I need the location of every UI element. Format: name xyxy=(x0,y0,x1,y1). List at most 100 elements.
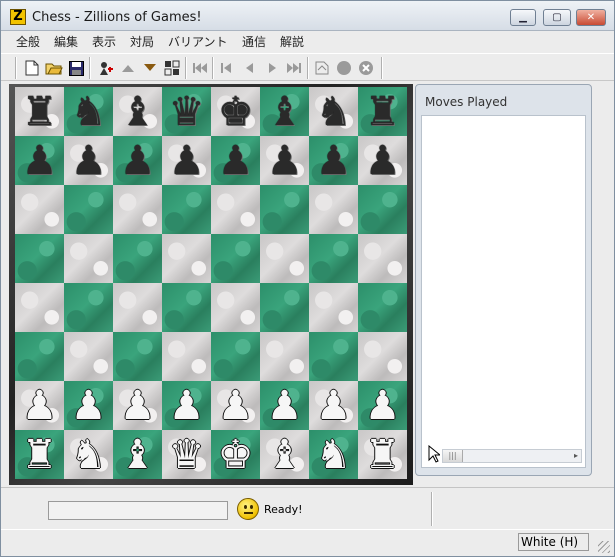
board-square[interactable] xyxy=(15,185,64,234)
arrow-down-icon[interactable] xyxy=(141,59,159,77)
black-king-piece[interactable]: ♚ xyxy=(218,92,254,132)
board-square[interactable]: ♟ xyxy=(309,381,358,430)
board-square[interactable]: ♝ xyxy=(260,430,309,479)
app-logo-icon[interactable]: Z xyxy=(10,9,26,25)
black-rook-piece[interactable]: ♜ xyxy=(365,92,401,132)
black-pawn-piece[interactable]: ♟ xyxy=(22,141,58,181)
black-pawn-piece[interactable]: ♟ xyxy=(218,141,254,181)
board-square[interactable]: ♝ xyxy=(113,430,162,479)
board-square[interactable]: ♟ xyxy=(162,381,211,430)
board-square[interactable]: ♟ xyxy=(113,381,162,430)
rewind-start-icon[interactable] xyxy=(191,59,209,77)
white-pawn-piece[interactable]: ♟ xyxy=(365,386,401,426)
board-square[interactable] xyxy=(309,185,358,234)
save-icon[interactable] xyxy=(67,59,85,77)
white-pawn-piece[interactable]: ♟ xyxy=(169,386,205,426)
board-square[interactable]: ♟ xyxy=(358,381,407,430)
board-square[interactable]: ♞ xyxy=(64,430,113,479)
board-square[interactable]: ♟ xyxy=(64,136,113,185)
board-square[interactable] xyxy=(64,234,113,283)
board-square[interactable] xyxy=(358,234,407,283)
board-square[interactable]: ♟ xyxy=(260,381,309,430)
back-icon[interactable] xyxy=(241,59,259,77)
board-square[interactable] xyxy=(113,332,162,381)
board-square[interactable] xyxy=(64,185,113,234)
board-square[interactable]: ♟ xyxy=(260,136,309,185)
menu-general[interactable]: 全般 xyxy=(16,33,40,50)
board-square[interactable] xyxy=(162,234,211,283)
board-square[interactable] xyxy=(162,332,211,381)
white-bishop-piece[interactable]: ♝ xyxy=(267,435,303,475)
board-square[interactable]: ♜ xyxy=(358,430,407,479)
board-square[interactable]: ♛ xyxy=(162,430,211,479)
close-button[interactable]: ✕ xyxy=(576,9,606,26)
board-square[interactable]: ♞ xyxy=(309,430,358,479)
white-knight-piece[interactable]: ♞ xyxy=(71,435,107,475)
board-square[interactable] xyxy=(211,283,260,332)
board-square[interactable]: ♟ xyxy=(15,136,64,185)
menu-game[interactable]: 対局 xyxy=(130,33,154,50)
board-square[interactable]: ♞ xyxy=(64,87,113,136)
board-square[interactable]: ♜ xyxy=(358,87,407,136)
maximize-button[interactable]: ▢ xyxy=(543,9,571,26)
forward-end-icon[interactable] xyxy=(285,59,303,77)
step-back-icon[interactable] xyxy=(219,59,237,77)
board-square[interactable] xyxy=(358,283,407,332)
scroll-right-arrow-icon[interactable]: ▸ xyxy=(574,450,578,462)
board-square[interactable]: ♟ xyxy=(15,381,64,430)
board-square[interactable] xyxy=(260,332,309,381)
white-pawn-piece[interactable]: ♟ xyxy=(316,386,352,426)
black-pawn-piece[interactable]: ♟ xyxy=(316,141,352,181)
board-square[interactable] xyxy=(309,283,358,332)
board-square[interactable]: ♜ xyxy=(15,430,64,479)
board-square[interactable] xyxy=(162,185,211,234)
board-square[interactable]: ♟ xyxy=(64,381,113,430)
black-bishop-piece[interactable]: ♝ xyxy=(120,92,156,132)
board-square[interactable] xyxy=(15,234,64,283)
menu-commentary[interactable]: 解説 xyxy=(280,33,304,50)
board-square[interactable] xyxy=(113,283,162,332)
white-rook-piece[interactable]: ♜ xyxy=(365,435,401,475)
board-square[interactable]: ♛ xyxy=(162,87,211,136)
black-knight-piece[interactable]: ♞ xyxy=(316,92,352,132)
board-square[interactable] xyxy=(113,234,162,283)
white-king-piece[interactable]: ♚ xyxy=(218,435,254,475)
black-bishop-piece[interactable]: ♝ xyxy=(267,92,303,132)
minimize-button[interactable]: ▁ xyxy=(510,9,536,26)
circle-icon[interactable] xyxy=(335,59,353,77)
board-square[interactable]: ♜ xyxy=(15,87,64,136)
board-square[interactable] xyxy=(64,283,113,332)
engine-icon[interactable] xyxy=(97,59,115,77)
menu-edit[interactable]: 編集 xyxy=(54,33,78,50)
white-bishop-piece[interactable]: ♝ xyxy=(120,435,156,475)
board-square[interactable] xyxy=(15,332,64,381)
black-pawn-piece[interactable]: ♟ xyxy=(120,141,156,181)
board-square[interactable]: ♚ xyxy=(211,430,260,479)
white-queen-piece[interactable]: ♛ xyxy=(169,435,205,475)
black-pawn-piece[interactable]: ♟ xyxy=(169,141,205,181)
board-square[interactable]: ♝ xyxy=(260,87,309,136)
board-square[interactable]: ♟ xyxy=(309,136,358,185)
board-square[interactable] xyxy=(211,234,260,283)
board-square[interactable] xyxy=(211,185,260,234)
board-square[interactable] xyxy=(358,332,407,381)
title-bar[interactable]: Z Chess - Zillions of Games! ▁ ▢ ✕ xyxy=(1,1,614,31)
board-square[interactable] xyxy=(309,234,358,283)
resize-grip-icon[interactable] xyxy=(598,541,610,553)
black-pawn-piece[interactable]: ♟ xyxy=(365,141,401,181)
board-square[interactable] xyxy=(64,332,113,381)
scrollbar-thumb[interactable]: ||| xyxy=(443,450,463,462)
board-square[interactable]: ♟ xyxy=(211,136,260,185)
swap-board-icon[interactable] xyxy=(163,59,181,77)
moves-horizontal-scrollbar[interactable]: ||| ▸ xyxy=(442,449,582,463)
board-square[interactable]: ♟ xyxy=(162,136,211,185)
white-pawn-piece[interactable]: ♟ xyxy=(218,386,254,426)
open-icon[interactable] xyxy=(45,59,63,77)
board-square[interactable]: ♟ xyxy=(211,381,260,430)
board-square[interactable] xyxy=(260,283,309,332)
chess-board[interactable]: ♜ ♞ ♝ ♛ ♚ ♝ ♞ ♜ ♟ ♟ ♟ ♟ ♟ ♟ ♟ ♟ ♟ ♟ ♟ ♟ ♟ ♟ ♟ ♟ ♜ ♞ ♝ ♛ ♚ ♝ ♞ ♜ xyxy=(15,87,407,479)
board-square[interactable]: ♟ xyxy=(113,136,162,185)
menu-network[interactable]: 通信 xyxy=(242,33,266,50)
board-square[interactable] xyxy=(358,185,407,234)
board-square[interactable] xyxy=(162,283,211,332)
